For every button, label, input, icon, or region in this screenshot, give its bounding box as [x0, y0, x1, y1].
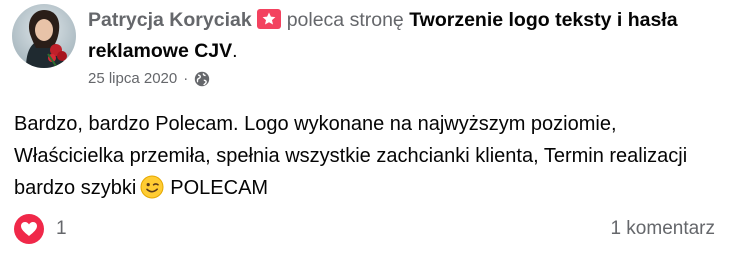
- post-date[interactable]: 25 lipca 2020: [88, 70, 177, 87]
- comments-count-link[interactable]: 1 komentarz: [610, 218, 715, 240]
- post-body-suffix: POLECAM: [170, 177, 269, 199]
- winking-face-icon: [140, 175, 164, 209]
- recommend-icon: [256, 9, 281, 37]
- header-period: .: [232, 40, 238, 62]
- recommend-action-text: poleca stronę: [286, 9, 404, 31]
- author-name[interactable]: Patrycja Koryciak: [88, 9, 252, 31]
- globe-icon[interactable]: [194, 71, 210, 87]
- post-footer: 1 1 komentarz: [14, 214, 715, 244]
- post-header: Patrycja Koryciak poleca stronę Tworzenie…: [88, 6, 713, 65]
- author-avatar[interactable]: [12, 4, 76, 68]
- meta-separator: ·: [183, 70, 189, 87]
- post-meta: 25 lipca 2020 ·: [88, 70, 210, 87]
- post-body: Bardzo, bardzo Polecam. Logo wykonane na…: [14, 108, 714, 209]
- reaction-count: 1: [56, 218, 67, 239]
- post-body-text: Bardzo, bardzo Polecam. Logo wykonane na…: [14, 113, 688, 199]
- heart-icon: [14, 214, 44, 244]
- reactions-summary[interactable]: 1: [14, 214, 67, 244]
